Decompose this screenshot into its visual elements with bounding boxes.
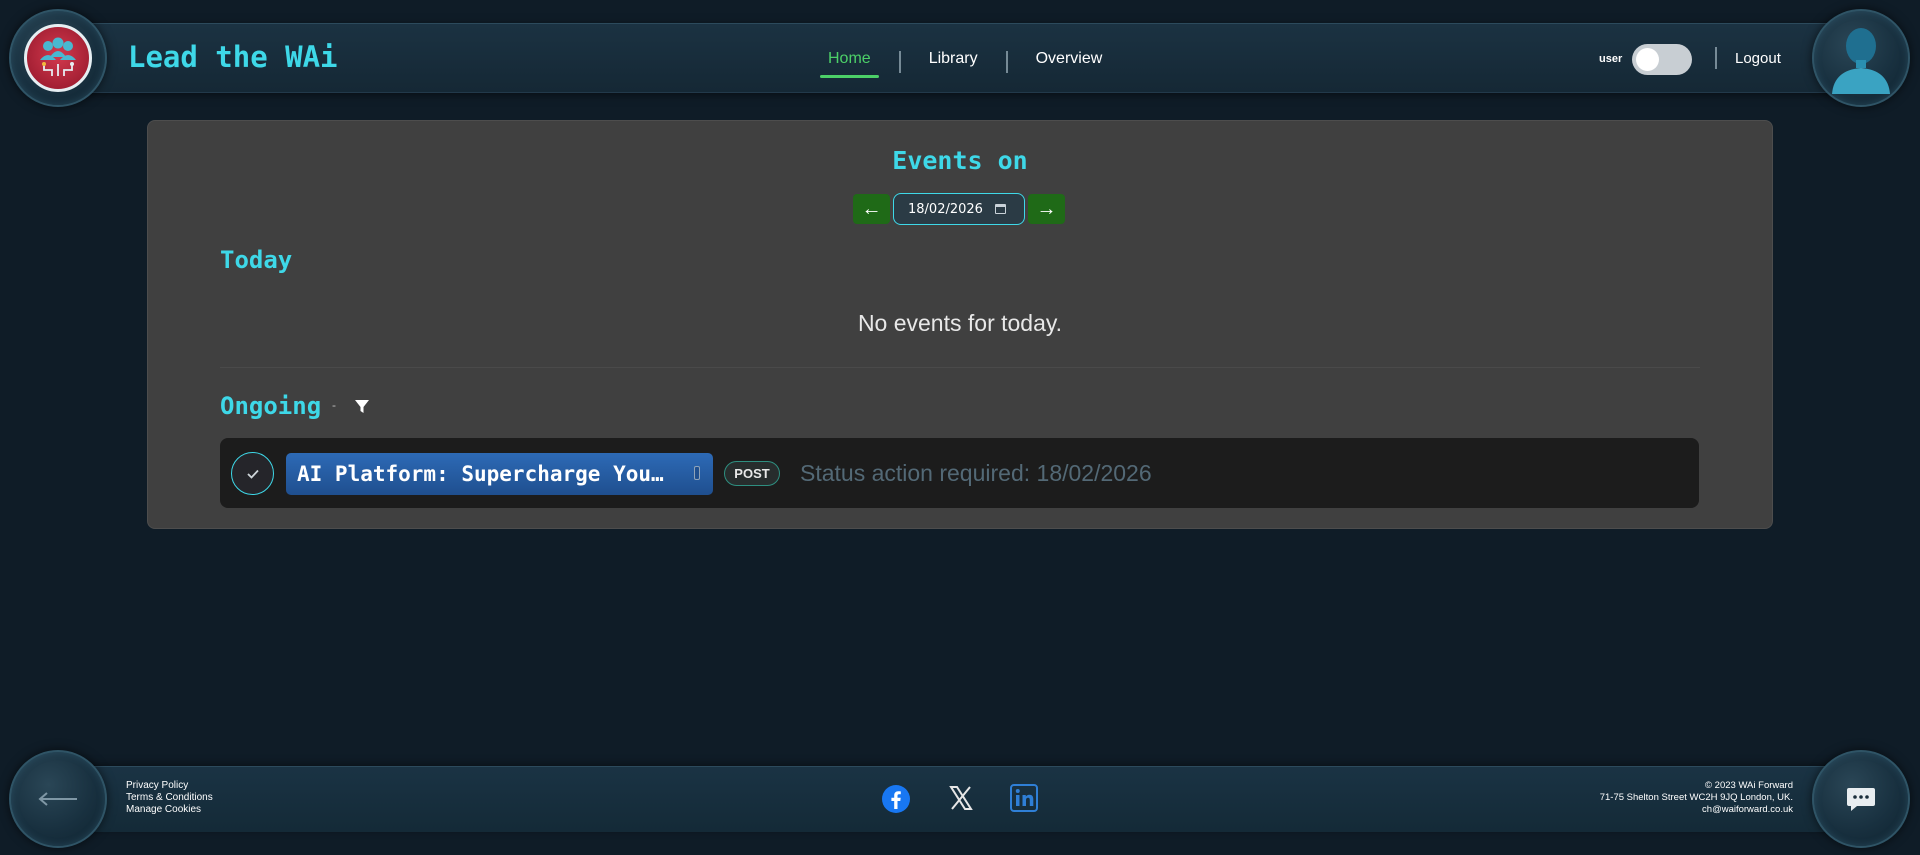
company-address: 71-75 Shelton Street WC2H 9JQ London, UK… xyxy=(1599,792,1793,803)
footer-company-info: © 2023 WAi Forward 71-75 Shelton Street … xyxy=(1600,780,1793,816)
date-navigator: ← 18/02/2026 → xyxy=(853,193,1065,225)
date-input[interactable]: 18/02/2026 xyxy=(893,193,1025,225)
toggle-knob xyxy=(1636,48,1659,71)
chat-icon xyxy=(1847,788,1875,811)
nav-overview[interactable]: Overview xyxy=(1026,46,1113,78)
back-arrow-icon xyxy=(38,792,77,806)
chat-button[interactable] xyxy=(1812,750,1910,848)
event-name-scroll-indicator xyxy=(694,466,700,480)
back-button[interactable] xyxy=(9,750,107,848)
event-status: Status action required: 18/02/2026 xyxy=(800,460,1152,486)
check-icon xyxy=(246,469,259,479)
user-avatar[interactable] xyxy=(1812,9,1910,107)
complete-event-button[interactable] xyxy=(231,452,274,495)
prev-day-button[interactable]: ← xyxy=(853,194,890,224)
logo[interactable] xyxy=(9,9,107,107)
terms-link[interactable]: Terms & Conditions xyxy=(126,792,213,804)
event-name[interactable]: AI Platform: Supercharge You… xyxy=(286,453,713,495)
linkedin-icon[interactable] xyxy=(1010,784,1038,817)
manage-cookies-link[interactable]: Manage Cookies xyxy=(126,804,213,816)
next-day-button[interactable]: → xyxy=(1028,194,1065,224)
date-value: 18/02/2026 xyxy=(908,201,983,217)
event-row[interactable]: AI Platform: Supercharge You… POST Statu… xyxy=(220,438,1699,508)
x-icon[interactable] xyxy=(948,784,974,817)
event-type-badge: POST xyxy=(724,461,780,486)
footer-links: Privacy Policy Terms & Conditions Manage… xyxy=(126,780,213,816)
no-events-message: No events for today. xyxy=(857,310,1063,336)
today-heading: Today xyxy=(220,246,293,274)
header-separator xyxy=(1715,47,1717,69)
role-toggle[interactable] xyxy=(1632,44,1692,75)
company-email[interactable]: ch@waiforward.co.uk xyxy=(1600,804,1793,816)
section-divider xyxy=(220,367,1700,368)
user-avatar-icon xyxy=(1832,28,1890,94)
calendar-icon[interactable] xyxy=(994,204,1006,214)
ongoing-separator: - xyxy=(332,398,336,412)
logout-button[interactable]: Logout xyxy=(1735,50,1781,67)
privacy-policy-link[interactable]: Privacy Policy xyxy=(126,780,213,792)
role-label: user xyxy=(1599,53,1623,65)
events-title: Events on xyxy=(892,146,1028,175)
copyright-text: © 2023 WAi Forward xyxy=(1705,780,1793,791)
main-nav: Home Library Overview xyxy=(818,46,1112,78)
facebook-icon[interactable] xyxy=(881,784,911,819)
ongoing-heading: Ongoing xyxy=(220,392,322,420)
nav-home[interactable]: Home xyxy=(818,46,881,78)
app-title[interactable]: Lead the WAi xyxy=(128,40,338,74)
nav-separator xyxy=(1005,51,1008,73)
logo-icon xyxy=(24,24,92,92)
nav-separator xyxy=(898,51,901,73)
nav-library[interactable]: Library xyxy=(919,46,988,78)
filter-icon[interactable] xyxy=(354,399,370,420)
